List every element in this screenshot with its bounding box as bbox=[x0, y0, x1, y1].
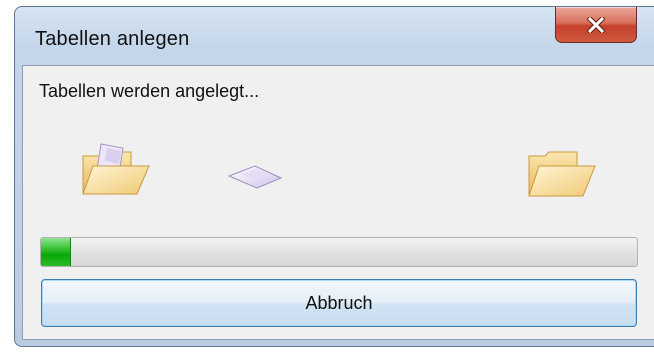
folder-icon bbox=[79, 142, 151, 207]
cancel-button[interactable]: Abbruch bbox=[41, 279, 637, 327]
title-bar[interactable]: Tabellen anlegen bbox=[15, 7, 654, 65]
progress-bar bbox=[40, 237, 638, 267]
status-message: Tabellen werden angelegt... bbox=[39, 81, 260, 101]
dialog-window: Tabellen anlegen Tabellen werden angeleg… bbox=[14, 6, 654, 347]
folder-icon bbox=[525, 150, 597, 205]
close-button[interactable] bbox=[555, 7, 637, 43]
window-title: Tabellen anlegen bbox=[35, 28, 190, 50]
close-icon bbox=[587, 16, 605, 33]
dialog-body: Tabellen werden angelegt... Abbruch bbox=[22, 65, 654, 340]
copy-animation bbox=[23, 136, 654, 206]
progress-fill bbox=[41, 238, 71, 266]
document-icon bbox=[227, 164, 283, 195]
